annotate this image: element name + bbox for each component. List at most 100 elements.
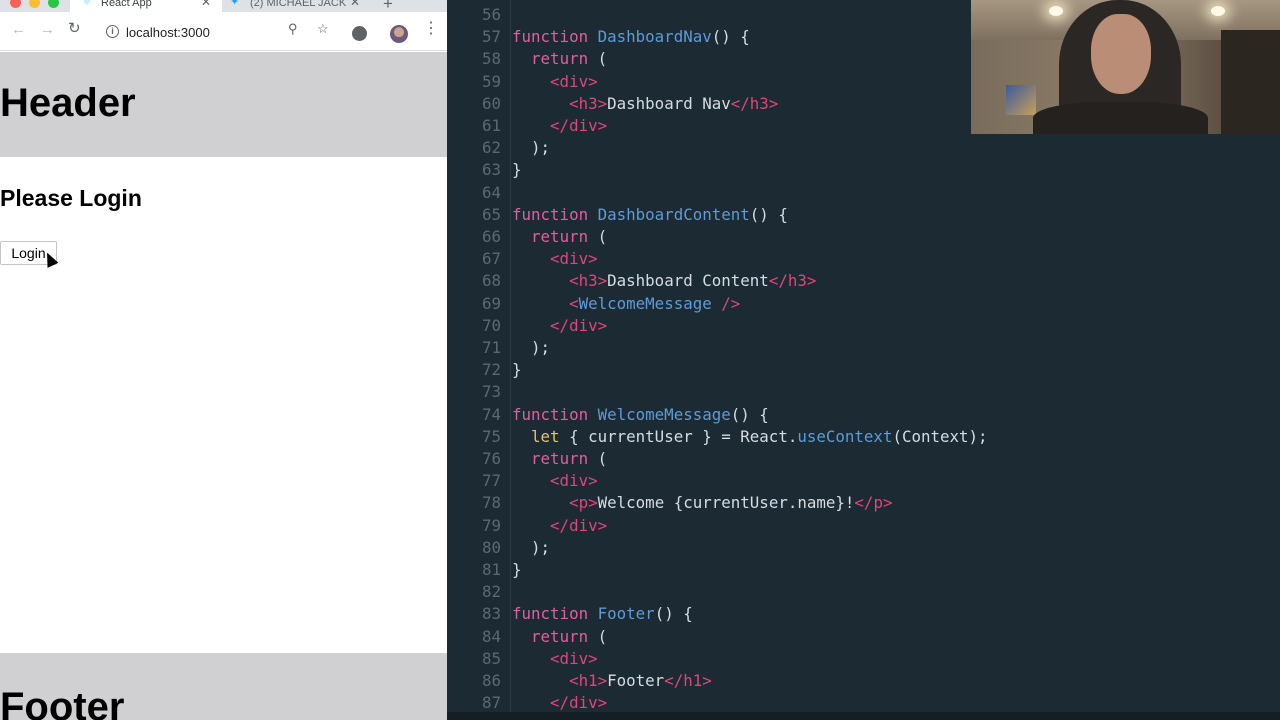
line-number: 66 [481,227,501,246]
line-number: 77 [481,471,501,491]
header-heading: Header [0,81,136,125]
address-bar[interactable]: i localhost:3000 [96,18,376,46]
code-text: <h3>Dashboard Content</h3> [512,270,816,292]
code-line[interactable]: 76 return ( [447,448,1280,470]
code-text: return ( [512,48,607,70]
page-header: Header [0,52,447,157]
code-text: function DashboardContent() { [512,204,788,226]
token-text: ( [588,227,608,246]
doorway [1221,30,1280,134]
code-text: <div> [512,470,598,492]
token-text: ); [512,537,551,557]
footer-heading: Footer [0,685,125,720]
webcam-overlay [971,0,1280,134]
line-number: 63 [481,160,501,180]
code-line[interactable]: 82 [447,581,1280,603]
code-line[interactable]: 69 <WelcomeMessage /> [447,293,1280,315]
info-icon[interactable]: i [106,25,119,38]
token-text: } [512,360,522,380]
code-text: function DashboardNav() { [512,26,750,48]
extension-icon[interactable] [352,26,367,41]
code-line[interactable]: 63} [447,159,1280,181]
code-line[interactable]: 65 function DashboardContent() { [447,204,1280,226]
code-line[interactable]: 75 let { currentUser } = React.useContex… [447,426,1280,448]
code-line[interactable]: 77 <div> [447,470,1280,492]
token-text: } [512,160,522,180]
ceiling-light [1049,6,1063,16]
line-number: 60 [481,93,501,113]
token-text: ); [512,138,551,158]
line-number: 80 [481,537,501,557]
line-number: 58 [481,49,501,69]
line-number: 69 [481,293,501,313]
code-text: } [512,359,522,381]
token-tag: <h3> [569,271,608,291]
token-text: Dashboard Content [607,271,769,291]
token-kw: return [531,49,589,69]
code-line[interactable]: 71 ); [447,337,1280,359]
line-number: 81 [481,560,501,579]
code-line[interactable]: 84 return ( [447,626,1280,648]
code-line[interactable]: 62 ); [447,137,1280,159]
close-tab-icon[interactable]: ✕ [350,0,360,8]
line-number: 79 [481,515,501,535]
more-menu-icon[interactable]: ⋮ [423,21,439,37]
browser-toolbar: ← → ↻ i localhost:3000 ⚲ ☆ ⋮ [0,12,447,51]
code-line[interactable]: 70 </div> [447,315,1280,337]
code-line[interactable]: 74 function WelcomeMessage() { [447,404,1280,426]
code-line[interactable]: 66 return ( [447,226,1280,248]
token-tag: </h3> [730,93,779,113]
reload-icon[interactable]: ↻ [68,21,81,36]
code-text: </div> [512,315,607,337]
code-line[interactable]: 86 <h1>Footer</h1> [447,670,1280,692]
token-fn: WelcomeMessage [597,404,731,424]
code-line[interactable]: 67 <div> [447,248,1280,270]
code-line[interactable]: 85 <div> [447,648,1280,670]
tab-title: React App [101,0,152,9]
code-line[interactable]: 64 [447,182,1280,204]
code-text: ); [512,137,550,159]
line-number: 75 [481,426,501,446]
code-text: <p>Welcome {currentUser.name}!</p> [512,492,892,514]
wall-picture [1006,85,1036,115]
line-number: 64 [481,182,501,202]
code-line[interactable]: 79 </div> [447,515,1280,537]
back-arrow-icon[interactable]: ← [11,22,26,37]
zoom-icon[interactable]: ⚲ [288,21,298,37]
code-line[interactable]: 72} [447,359,1280,381]
close-tab-icon[interactable]: ✕ [201,0,211,8]
code-line[interactable]: 78 <p>Welcome {currentUser.name}!</p> [447,492,1280,514]
line-number: 86 [481,671,501,690]
code-line[interactable]: 80 ); [447,537,1280,559]
token-kw: return [531,227,589,246]
code-line[interactable]: 68 <h3>Dashboard Content</h3> [447,270,1280,292]
code-text: function WelcomeMessage() { [512,404,769,426]
line-number: 57 [481,27,501,47]
code-text: <h1>Footer</h1> [512,670,712,692]
forward-arrow-icon[interactable]: → [40,22,55,37]
profile-avatar[interactable] [390,25,408,43]
code-line[interactable]: 73 [447,381,1280,403]
token-tag: /> [711,293,741,313]
close-window-button[interactable] [10,0,21,8]
tab-react-app[interactable]: ⚛ React App ✕ [70,0,222,12]
token-text: Welcome {currentUser.name}! [597,493,855,513]
tab-twitter[interactable]: ✦ (2) MICHAEL JACK ✕ [226,0,370,12]
minimize-window-button[interactable] [29,0,40,8]
zoom-window-button[interactable] [48,0,59,8]
code-line[interactable]: 81} [447,559,1280,581]
token-tag: </p> [854,493,893,513]
code-text: <div> [512,648,598,670]
star-icon[interactable]: ☆ [317,21,329,37]
code-line[interactable]: 83 function Footer() { [447,603,1280,625]
